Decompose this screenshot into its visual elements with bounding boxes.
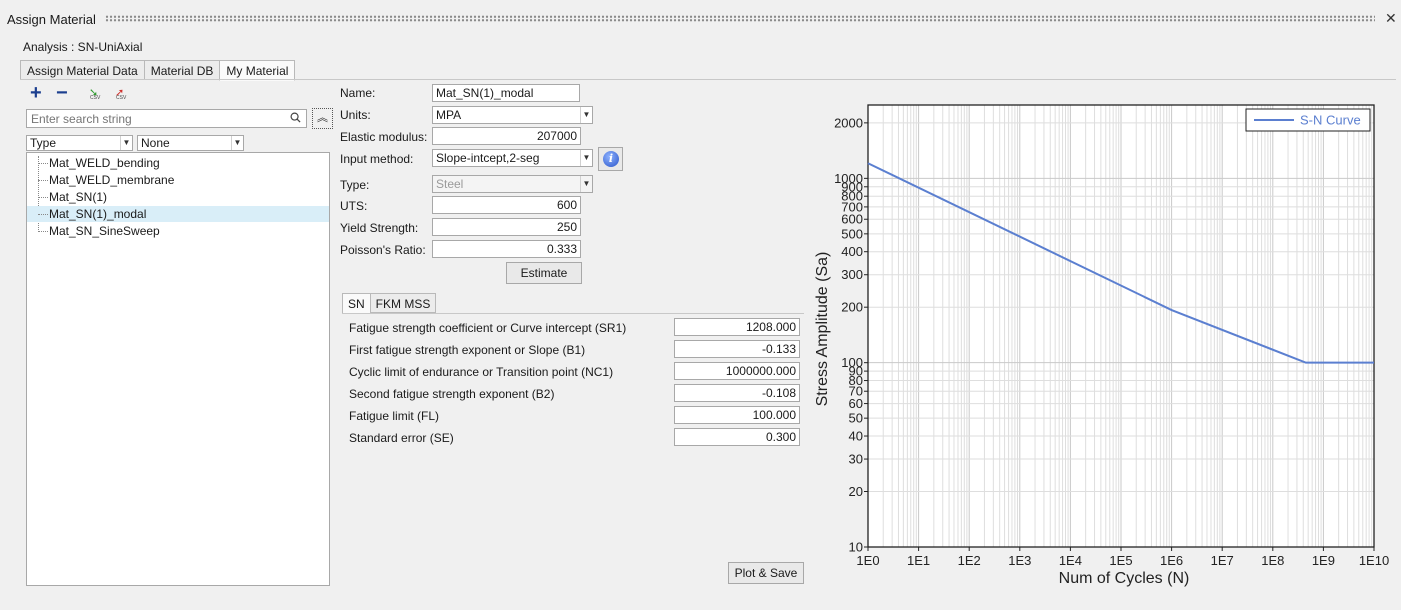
chevron-down-icon: ▼ [580,107,592,123]
name-label: Name: [340,86,376,100]
poisson-ratio-field[interactable]: 0.333 [432,240,581,258]
sn-tabs: SN FKM MSS [342,293,437,314]
fl-label: Fatigue limit (FL) [349,409,440,423]
sn-chart: 1E0 1E1 1E2 1E3 1E4 1E5 1E6 1E7 1E8 1E9 1E10 2000 10… [810,95,1395,590]
yield-strength-field[interactable]: 250 [432,218,581,236]
list-item[interactable]: Mat_SN_SineSweep [27,223,329,239]
chevron-down-icon: ▼ [580,176,592,192]
y-tick-label: 60 [849,396,863,411]
b1-field[interactable]: -0.133 [674,340,800,358]
chevron-down-icon: ▼ [231,136,243,150]
search-icon[interactable] [290,112,301,123]
info-button[interactable]: i [598,147,623,171]
x-tick-label: 1E10 [1359,553,1389,568]
y-tick-label: 2000 [834,115,863,130]
chevron-down-icon: ▼ [120,136,132,150]
plus-icon[interactable]: + [30,82,42,105]
tab-my-material[interactable]: My Material [219,60,296,81]
uts-field[interactable]: 600 [432,196,581,214]
yield-strength-label: Yield Strength: [340,221,419,235]
tab-fkm-mss[interactable]: FKM MSS [369,293,437,313]
x-axis-title: Num of Cycles (N) [1059,570,1190,587]
b2-field[interactable]: -0.108 [674,384,800,402]
estimate-button[interactable]: Estimate [506,262,582,284]
legend-label: S-N Curve [1300,113,1361,128]
x-tick-label: 1E5 [1109,553,1132,568]
name-field[interactable]: Mat_SN(1)_modal [432,84,580,102]
info-icon: i [603,151,619,167]
list-item[interactable]: Mat_WELD_bending [27,155,329,171]
b1-label: First fatigue strength exponent or Slope… [349,343,586,357]
search-input[interactable] [27,110,282,127]
search-box [26,109,307,128]
value-filter-select[interactable]: None ▼ [137,135,244,151]
tab-assign-material-data[interactable]: Assign Material Data [20,60,144,80]
list-item[interactable]: Mat_WELD_membrane [27,172,329,188]
nc1-field[interactable]: 1000000.000 [674,362,800,380]
y-tick-label: 10 [849,540,863,555]
nc1-label: Cyclic limit of endurance or Transition … [349,365,614,379]
x-tick-label: 1E3 [1008,553,1031,568]
csv-export-icon[interactable]: ➚ CSV [114,86,130,102]
sn-chart-svg: 1E0 1E1 1E2 1E3 1E4 1E5 1E6 1E7 1E8 1E9 1E10 2000 10… [814,104,1389,587]
drag-grip[interactable] [105,15,1375,22]
y-tick-label: 500 [841,226,863,241]
main-tabs: Assign Material Data Material DB My Mate… [20,60,296,81]
list-item[interactable]: Mat_SN(1) [27,189,329,205]
type-label: Type: [340,178,370,192]
se-label: Standard error (SE) [349,431,454,445]
x-tick-label: 1E0 [856,553,879,568]
y-tick-label: 600 [841,212,863,227]
elastic-modulus-label: Elastic modulus: [340,130,428,144]
plot-save-button[interactable]: Plot & Save [728,562,804,584]
b2-label: Second fatigue strength exponent (B2) [349,387,555,401]
units-label: Units: [340,108,371,122]
uts-label: UTS: [340,199,368,213]
x-tick-label: 1E9 [1312,553,1335,568]
y-axis-title: Stress Amplitude (Sa) [814,252,831,407]
double-chevron-up-icon: ︽ [317,112,328,124]
collapse-button[interactable]: ︽ [312,108,333,129]
list-item-selected[interactable]: Mat_SN(1)_modal [27,206,329,222]
x-tick-label: 1E2 [958,553,981,568]
y-tick-label: 30 [849,452,863,467]
close-icon[interactable]: ✕ [1385,10,1397,27]
y-tick-label: 400 [841,244,863,259]
csv-import-icon[interactable]: ➘ CSV [88,86,104,102]
y-tick-label: 50 [849,411,863,426]
material-tree: Mat_WELD_bending Mat_WELD_membrane Mat_S… [26,152,330,586]
type-filter-select[interactable]: Type ▼ [26,135,133,151]
input-method-select[interactable]: Slope-intcept,2-seg ▼ [432,149,593,167]
elastic-modulus-field[interactable]: 207000 [432,127,581,145]
x-tick-label: 1E1 [907,553,930,568]
y-tick-label: 300 [841,267,863,282]
y-tick-label: 200 [841,300,863,315]
minus-icon[interactable]: − [56,82,68,105]
tabs-divider [20,79,1396,80]
x-tick-label: 1E7 [1211,553,1234,568]
y-tick-label: 40 [849,429,863,444]
sr1-label: Fatigue strength coefficient or Curve in… [349,321,627,335]
type-select: Steel ▼ [432,175,593,193]
tab-sn[interactable]: SN [342,293,370,314]
chevron-down-icon: ▼ [580,150,592,166]
fl-field[interactable]: 100.000 [674,406,800,424]
analysis-label: Analysis : SN-UniAxial [23,40,143,54]
input-method-label: Input method: [340,152,414,166]
window-title: Assign Material [7,12,96,27]
x-tick-label: 1E6 [1160,553,1183,568]
x-tick-label: 1E8 [1261,553,1284,568]
units-select[interactable]: MPA ▼ [432,106,593,124]
poisson-ratio-label: Poisson's Ratio: [340,243,426,257]
y-tick-label: 20 [849,484,863,499]
x-tick-label: 1E4 [1059,553,1082,568]
sr1-field[interactable]: 1208.000 [674,318,800,336]
se-field[interactable]: 0.300 [674,428,800,446]
title-bar: Assign Material ✕ [0,0,1401,38]
tab-material-db[interactable]: Material DB [143,60,220,80]
